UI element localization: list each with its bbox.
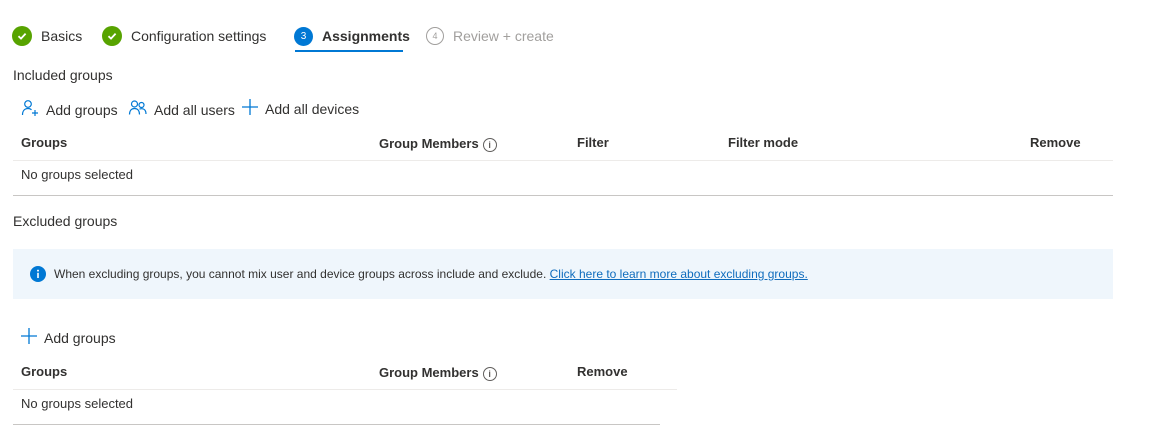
step-number-badge: 3 (294, 26, 313, 46)
add-groups-button[interactable]: Add groups (20, 98, 118, 121)
column-header-group-members[interactable]: Group Members i (379, 365, 497, 381)
info-icon[interactable]: i (482, 137, 497, 152)
add-all-users-button[interactable]: Add all users (128, 98, 235, 121)
step-review-create[interactable]: 4 Review + create (426, 24, 554, 48)
check-circle-icon (102, 26, 122, 46)
column-header-group-members[interactable]: Group Members i (379, 136, 497, 152)
step-label: Assignments (322, 28, 410, 44)
step-label: Basics (41, 28, 83, 44)
step-basics[interactable]: Basics (12, 24, 82, 48)
excluded-groups-title: Excluded groups (13, 213, 118, 229)
column-header-filter[interactable]: Filter (577, 135, 609, 150)
check-circle-icon (12, 26, 32, 46)
column-header-groups[interactable]: Groups (21, 364, 67, 379)
column-header-label: Group Members (379, 365, 479, 380)
active-step-underline (295, 50, 403, 52)
plus-icon (20, 327, 44, 348)
included-groups-title: Included groups (13, 67, 113, 83)
add-excluded-groups-button[interactable]: Add groups (20, 327, 116, 348)
add-all-devices-label: Add all devices (265, 100, 360, 117)
plus-icon (241, 98, 265, 119)
info-message-text: When excluding groups, you cannot mix us… (54, 267, 547, 281)
add-all-devices-button[interactable]: Add all devices (241, 98, 359, 119)
step-number-badge: 4 (426, 27, 444, 45)
table-bottom-divider (13, 195, 1113, 196)
empty-state-text: No groups selected (21, 167, 134, 182)
add-groups-label: Add groups (46, 101, 118, 118)
info-message: When excluding groups, you cannot mix us… (54, 267, 808, 281)
info-icon[interactable]: i (482, 366, 497, 381)
step-label: Configuration settings (131, 28, 267, 44)
add-groups-label: Add groups (44, 329, 116, 346)
column-header-remove[interactable]: Remove (1030, 135, 1081, 150)
header-divider (13, 160, 1113, 161)
info-icon (30, 266, 46, 287)
people-icon (128, 98, 154, 121)
empty-state-text: No groups selected (21, 396, 134, 411)
add-person-icon (20, 98, 46, 121)
column-header-groups[interactable]: Groups (21, 135, 67, 150)
step-configuration-settings[interactable]: Configuration settings (102, 24, 266, 48)
add-all-users-label: Add all users (154, 101, 235, 118)
column-header-label: Group Members (379, 136, 479, 151)
table-bottom-divider (13, 424, 660, 425)
step-label: Review + create (453, 28, 554, 44)
column-header-filter-mode[interactable]: Filter mode (728, 135, 798, 150)
header-divider (13, 389, 677, 390)
learn-more-link[interactable]: Click here to learn more about excluding… (550, 267, 808, 281)
step-assignments[interactable]: 3 Assignments (294, 24, 410, 48)
column-header-remove[interactable]: Remove (577, 364, 628, 379)
